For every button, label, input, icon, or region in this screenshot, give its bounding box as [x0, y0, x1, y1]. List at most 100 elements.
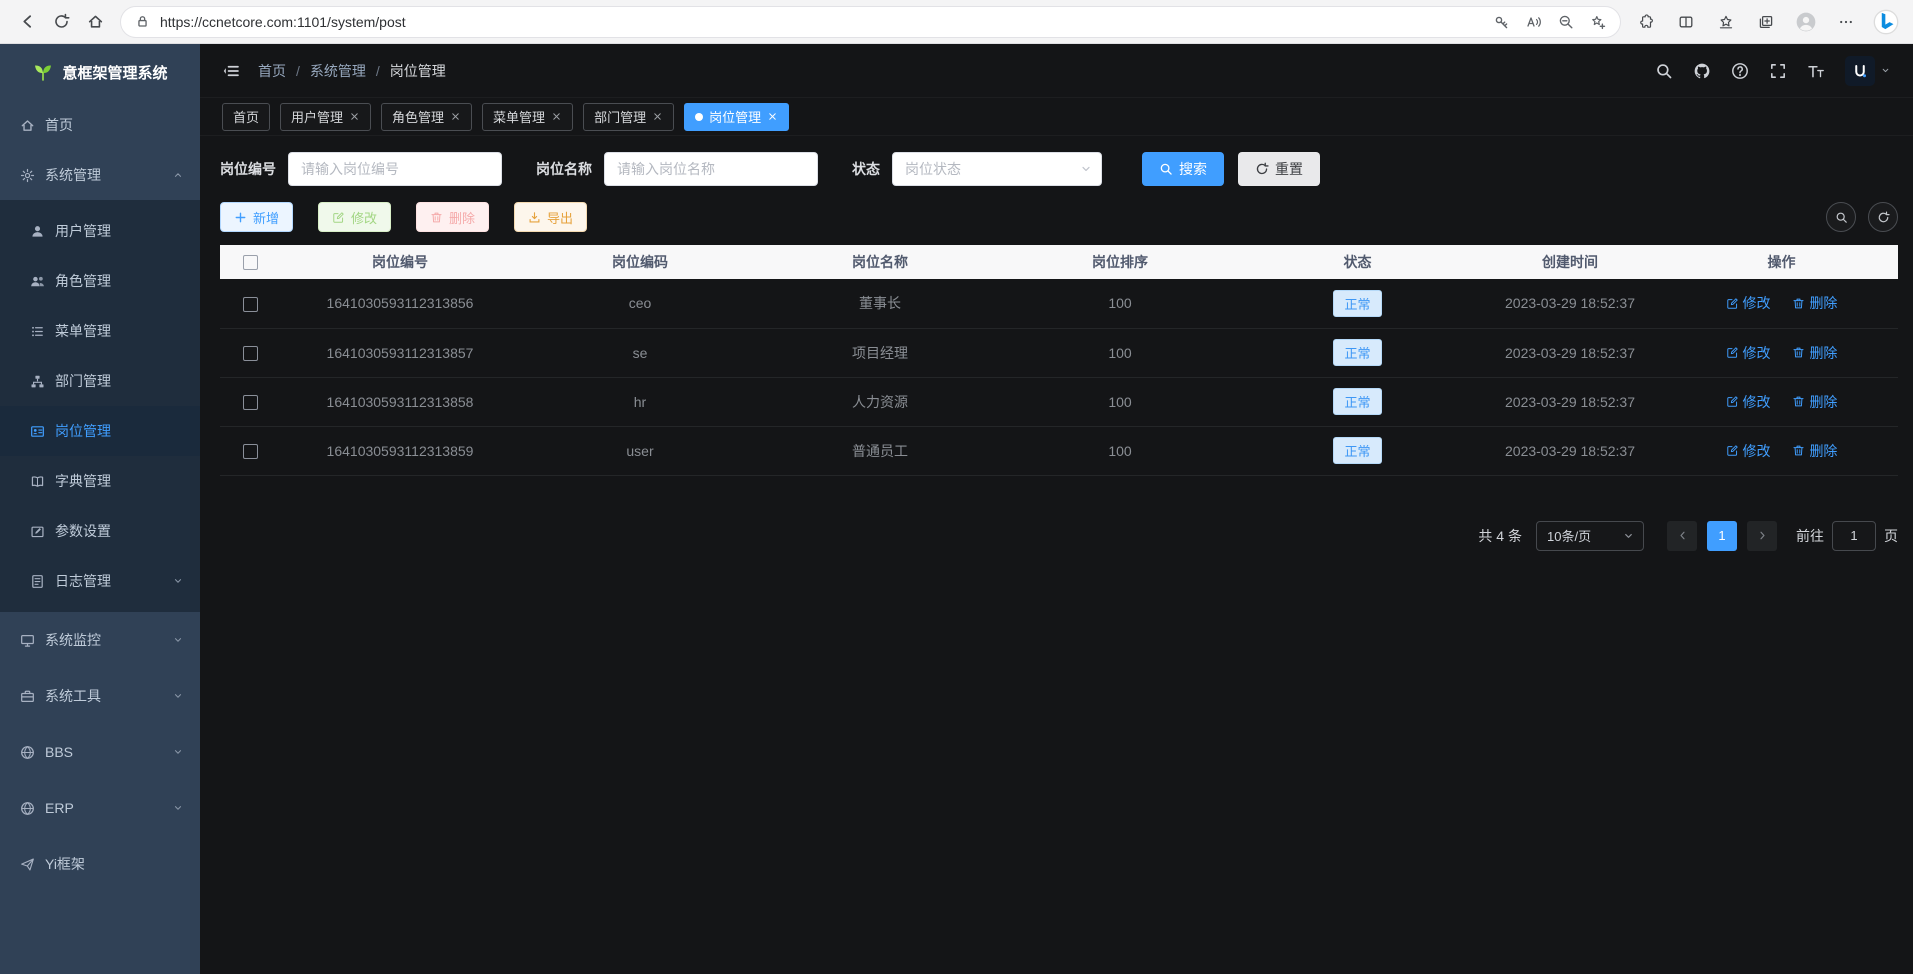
tag-home[interactable]: 首页: [222, 103, 270, 131]
tag-departments[interactable]: 部门管理: [583, 103, 674, 131]
extensions-button[interactable]: [1629, 5, 1663, 39]
row-edit-link[interactable]: 修改: [1726, 293, 1771, 313]
zoom-icon[interactable]: [1558, 14, 1574, 30]
browser-profile-button[interactable]: [1789, 5, 1823, 39]
favorites-button[interactable]: [1709, 5, 1743, 39]
sidebar-item-erp[interactable]: ERP: [0, 780, 200, 836]
sidebar-item-parameters[interactable]: 参数设置: [0, 506, 200, 556]
refresh-table-button[interactable]: [1868, 202, 1898, 232]
close-icon[interactable]: [349, 111, 360, 122]
post-name-input[interactable]: [604, 152, 818, 186]
tag-roles[interactable]: 角色管理: [381, 103, 472, 131]
user-menu[interactable]: [1845, 56, 1891, 86]
sidebar-item-menus[interactable]: 菜单管理: [0, 306, 200, 356]
close-icon[interactable]: [551, 111, 562, 122]
add-favorite-icon[interactable]: [1590, 14, 1606, 30]
sidebar-item-logs[interactable]: 日志管理: [0, 556, 200, 606]
tag-label: 菜单管理: [493, 107, 545, 126]
breadcrumb-system[interactable]: 系统管理: [310, 61, 366, 81]
github-icon[interactable]: [1693, 62, 1711, 80]
collections-button[interactable]: [1749, 5, 1783, 39]
prev-page-button[interactable]: [1667, 521, 1697, 551]
row-checkbox[interactable]: [243, 297, 258, 312]
font-size-icon[interactable]: [1807, 62, 1825, 80]
add-button[interactable]: 新增: [220, 202, 293, 232]
export-button[interactable]: 导出: [514, 202, 587, 232]
row-checkbox[interactable]: [243, 346, 258, 361]
sidebar-item-bbs[interactable]: BBS: [0, 724, 200, 780]
tag-menus[interactable]: 菜单管理: [482, 103, 573, 131]
table-toolbar: 新增 修改 删除 导出: [220, 202, 1898, 232]
cell-post-id: 1641030593112313859: [280, 426, 520, 475]
edit-icon: [1726, 395, 1739, 408]
cell-post-sort: 100: [1000, 328, 1240, 377]
sidebar-collapse-icon[interactable]: [222, 62, 240, 80]
row-edit-link[interactable]: 修改: [1726, 343, 1771, 363]
sidebar-item-system[interactable]: 系统管理: [0, 150, 200, 200]
edit-button[interactable]: 修改: [318, 202, 391, 232]
reset-button[interactable]: 重置: [1238, 152, 1320, 186]
show-search-button[interactable]: [1826, 202, 1856, 232]
bing-sidebar-button[interactable]: [1869, 5, 1903, 39]
delete-button[interactable]: 删除: [416, 202, 489, 232]
browser-refresh-button[interactable]: [44, 5, 78, 39]
row-delete-link[interactable]: 删除: [1792, 441, 1837, 461]
chevron-left-icon: [1676, 529, 1689, 542]
sidebar-item-roles[interactable]: 角色管理: [0, 256, 200, 306]
help-icon[interactable]: [1731, 62, 1749, 80]
row-edit-link[interactable]: 修改: [1726, 392, 1771, 412]
goto-page-input[interactable]: [1832, 521, 1876, 551]
sidebar-item-posts[interactable]: 岗位管理: [0, 406, 200, 456]
bing-icon: [1873, 9, 1899, 35]
address-bar[interactable]: https://ccnetcore.com:1101/system/post: [120, 6, 1621, 38]
password-manager-icon[interactable]: [1494, 14, 1510, 30]
status-select-input[interactable]: [892, 152, 1102, 186]
row-delete-link[interactable]: 删除: [1792, 392, 1837, 412]
pagination: 共 4 条 10条/页 1 前往 页: [220, 521, 1898, 551]
search-button[interactable]: 搜索: [1142, 152, 1224, 186]
chevron-down-icon: [172, 634, 184, 646]
sidebar-menu: 首页 系统管理 用户管理 角色管理 菜单管理: [0, 100, 200, 892]
sidebar-item-yi-framework[interactable]: Yi框架: [0, 836, 200, 892]
fullscreen-icon[interactable]: [1769, 62, 1787, 80]
sidebar-item-departments[interactable]: 部门管理: [0, 356, 200, 406]
sidebar-item-users[interactable]: 用户管理: [0, 206, 200, 256]
sidebar-item-dictionary[interactable]: 字典管理: [0, 456, 200, 506]
row-checkbox[interactable]: [243, 395, 258, 410]
select-all-checkbox[interactable]: [243, 255, 258, 270]
column-header-post-name: 岗位名称: [760, 245, 1000, 279]
cell-post-code: ceo: [520, 279, 760, 328]
row-edit-link[interactable]: 修改: [1726, 441, 1771, 461]
sidebar-item-home[interactable]: 首页: [0, 100, 200, 150]
sidebar-item-label: ERP: [45, 800, 74, 816]
breadcrumb-home[interactable]: 首页: [258, 61, 286, 81]
row-delete-link[interactable]: 删除: [1792, 343, 1837, 363]
close-icon[interactable]: [767, 111, 778, 122]
row-delete-link[interactable]: 删除: [1792, 293, 1837, 313]
gear-icon: [20, 168, 35, 183]
browser-menu-button[interactable]: [1829, 5, 1863, 39]
url-text[interactable]: https://ccnetcore.com:1101/system/post: [160, 14, 1494, 30]
trash-icon: [1792, 297, 1805, 310]
tag-users[interactable]: 用户管理: [280, 103, 371, 131]
status-select[interactable]: [892, 152, 1102, 186]
page-size-select[interactable]: 10条/页: [1536, 521, 1644, 551]
row-checkbox[interactable]: [243, 444, 258, 459]
page-number-button[interactable]: 1: [1707, 521, 1737, 551]
browser-back-button[interactable]: [10, 5, 44, 39]
search-icon[interactable]: [1655, 62, 1673, 80]
close-icon[interactable]: [450, 111, 461, 122]
close-icon[interactable]: [652, 111, 663, 122]
site-info-icon[interactable]: [135, 14, 150, 29]
tag-posts-active[interactable]: 岗位管理: [684, 103, 789, 131]
document-icon: [30, 574, 45, 589]
sidebar-item-monitoring[interactable]: 系统监控: [0, 612, 200, 668]
read-aloud-icon[interactable]: [1526, 14, 1542, 30]
search-icon: [1835, 211, 1848, 224]
delete-link-label: 删除: [1809, 392, 1837, 412]
split-screen-button[interactable]: [1669, 5, 1703, 39]
sidebar-item-tools[interactable]: 系统工具: [0, 668, 200, 724]
post-code-input[interactable]: [288, 152, 502, 186]
browser-home-button[interactable]: [78, 5, 112, 39]
next-page-button[interactable]: [1747, 521, 1777, 551]
